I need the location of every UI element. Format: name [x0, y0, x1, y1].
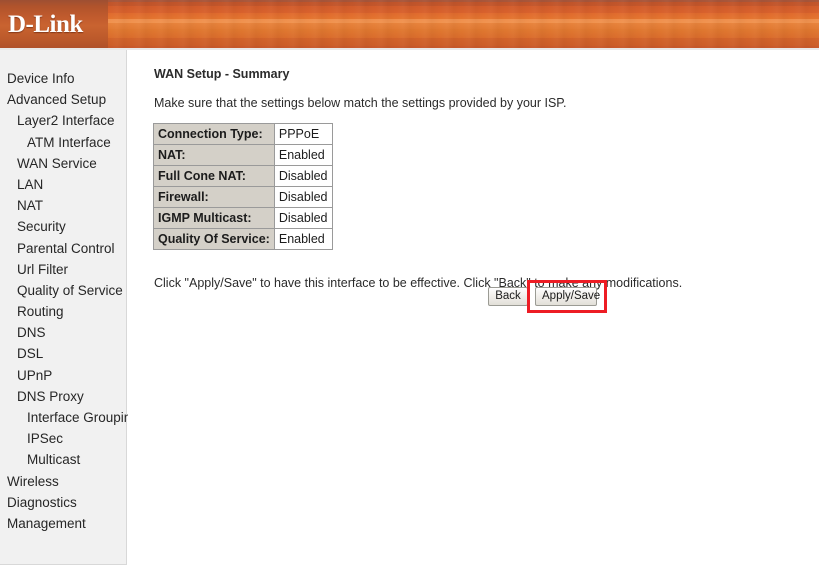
sidebar-item-lan[interactable]: LAN [0, 174, 126, 195]
sidebar-item-wan-service[interactable]: WAN Service [0, 153, 126, 174]
page-banner: D-Link [0, 0, 819, 50]
sidebar-item-layer2-interface[interactable]: Layer2 Interface [0, 110, 126, 131]
table-row: IGMP Multicast: Disabled [153, 207, 333, 229]
sidebar-item-quality-of-service[interactable]: Quality of Service [0, 280, 126, 301]
summary-value: Enabled [273, 144, 333, 166]
page-title: WAN Setup - Summary [154, 67, 290, 81]
sidebar-item-multicast[interactable]: Multicast [0, 449, 126, 470]
back-button[interactable]: Back [488, 287, 528, 306]
table-row: Full Cone NAT: Disabled [153, 165, 333, 187]
sidebar-item-interface-grouping[interactable]: Interface Grouping [0, 407, 139, 428]
summary-label: Quality Of Service: [153, 228, 275, 250]
page-description: Make sure that the settings below match … [154, 96, 567, 110]
sidebar-item-nat[interactable]: NAT [0, 195, 126, 216]
sidebar-item-url-filter[interactable]: Url Filter [0, 259, 126, 280]
sidebar-item-security[interactable]: Security [0, 216, 126, 237]
banner-texture [0, 0, 819, 48]
table-row: Quality Of Service: Enabled [153, 228, 333, 250]
wan-summary-table: Connection Type: PPPoE NAT: Enabled Full Con… [153, 123, 333, 250]
summary-value: Enabled [273, 228, 333, 250]
sidebar-item-wireless[interactable]: Wireless [0, 471, 126, 492]
sidebar-item-dns[interactable]: DNS [0, 322, 126, 343]
summary-value: Disabled [273, 207, 333, 229]
table-row: Connection Type: PPPoE [153, 123, 333, 145]
sidebar-item-atm-interface[interactable]: ATM Interface [0, 132, 126, 153]
sidebar-item-ipsec[interactable]: IPSec [0, 428, 126, 449]
sidebar-item-upnp[interactable]: UPnP [0, 365, 126, 386]
sidebar-item-routing[interactable]: Routing [0, 301, 126, 322]
main-content: WAN Setup - Summary Make sure that the s… [128, 50, 819, 567]
sidebar-item-parental-control[interactable]: Parental Control [0, 238, 126, 259]
summary-value: Disabled [273, 165, 333, 187]
summary-label: Connection Type: [153, 123, 275, 145]
sidebar-item-advanced-setup[interactable]: Advanced Setup [0, 89, 126, 110]
table-row: Firewall: Disabled [153, 186, 333, 208]
summary-label: NAT: [153, 144, 275, 166]
table-row: NAT: Enabled [153, 144, 333, 166]
summary-label: IGMP Multicast: [153, 207, 275, 229]
summary-label: Full Cone NAT: [153, 165, 275, 187]
sidebar-item-diagnostics[interactable]: Diagnostics [0, 492, 126, 513]
apply-save-button[interactable]: Apply/Save [535, 287, 600, 306]
button-row: Back Apply/Save [488, 287, 608, 313]
sidebar-item-device-info[interactable]: Device Info [0, 68, 126, 89]
summary-value: Disabled [273, 186, 333, 208]
sidebar-item-dns-proxy[interactable]: DNS Proxy [0, 386, 126, 407]
dlink-logo: D-Link [8, 11, 83, 38]
sidebar-navigation: Device Info Advanced Setup Layer2 Interfac… [0, 50, 139, 565]
summary-label: Firewall: [153, 186, 275, 208]
sidebar-item-management[interactable]: Management [0, 513, 126, 534]
summary-value: PPPoE [273, 123, 333, 145]
sidebar-item-dsl[interactable]: DSL [0, 343, 126, 364]
